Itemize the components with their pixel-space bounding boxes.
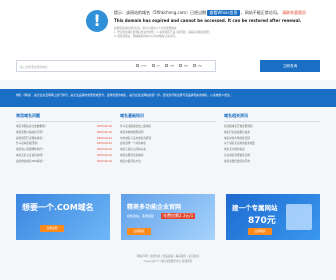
notice-details: 如果您是域名的持有者，您可以通过以下方式续费恢复： 1. 登录您的域名管理后台进… [114,27,274,40]
basics-title: 域名基础知识 [120,113,216,122]
buy-now-button[interactable]: 立即购买 [127,228,151,235]
whois-badge[interactable]: 查看Whois信息 [207,10,240,16]
footer-copyright: Copyright © 域名注册服务中心 版权所有 [143,260,193,263]
ad-price: 年费仅需2.3元/1 [161,213,196,219]
register-now-button[interactable]: 立即注册 [40,225,64,232]
basics-column: 域名基础知识 什么是顶级域名和二级域名 域名的构成规则说明 中文域名与英文域名的… [120,113,216,165]
page-footer: 网站声明 | 注册协议 | 隐私政策 | 联系我们 | 意见反馈 Copyrig… [0,254,336,264]
ad-headline: 想要一个.COM域名 [22,203,94,212]
buy-now-button[interactable]: 立即购买 [248,228,272,235]
ad-price: 870元 [248,216,276,226]
list-item[interactable]: 域名价值评估方法 [120,159,216,165]
notice-line-2: This domain has expired and cannot be ac… [114,18,302,23]
notice-detail-3: 3. 域名续费后，网站解析将在24小时内恢复正常访问。 [114,35,178,39]
domain-search-bar: 输入您想要注册的域名 .com .cn .net .top .vip 立即查询 [16,60,320,72]
com-domain-ad[interactable]: 想要一个.COM域名 立即注册 [16,194,110,240]
info-banner: 域名（网站）：是企业在互联网上的门牌号，是企业品牌的重要组成部分。选择优质的域名… [0,89,336,107]
notice-line-1: 提示：该网站的域名（5fihkchnng.com）已经过期 查看Whois信息 … [114,10,306,16]
ad-headline: 建一个专属网站 [232,204,278,212]
banner-text: 域名（网站）：是企业在互联网上的门牌号，是企业品牌的重要组成部分。选择优质的域名… [16,93,233,97]
faq-title: 常用域名问题 [16,113,112,122]
tld-option-net[interactable]: .net [165,64,174,68]
news-column: 域名相关资讯 新顶级域名开放注册通知 域名行业发展报告发布 域名交易市场持续活跃… [224,113,320,165]
build-website-ad[interactable]: 建一个专属网站 870元 立即购买 [226,194,320,240]
list-item[interactable]: 域名续费优惠活动开启 [224,159,320,165]
site-builder-illustration [286,204,312,230]
tld-option-cn[interactable]: .cn [152,64,160,68]
notice-prefix: 提示：该网站的域名（5fihkchnng.com）已经过期 [114,10,207,15]
search-button[interactable]: 立即查询 [260,60,320,72]
info-icon: ! [86,10,108,32]
ad-headline: 精美多功能企业官网 [127,204,182,211]
tld-option-top[interactable]: .top [179,64,188,68]
website-template-ad[interactable]: 精美多功能企业官网 模板建站，多端适配 年费仅需2.3元/1 立即购买 [121,194,215,240]
notice-suffix: ，网站不能正常访问。 [240,10,281,15]
news-title: 域名相关资讯 [224,113,320,122]
list-item[interactable]: 2023-06-01 如何修改域名DNS解析？ [16,159,112,165]
faq-column: 常用域名问题 2023-06-01 域名到期后多久会被删除？ 2023-06-01… [16,113,112,165]
tld-option-vip[interactable]: .vip [193,64,202,68]
contact-admin-link[interactable]: 请联系管理员 [282,10,306,15]
tld-option-com[interactable]: .com [136,64,146,68]
ad-subtitle: 模板建站，多端适配 [127,214,155,218]
